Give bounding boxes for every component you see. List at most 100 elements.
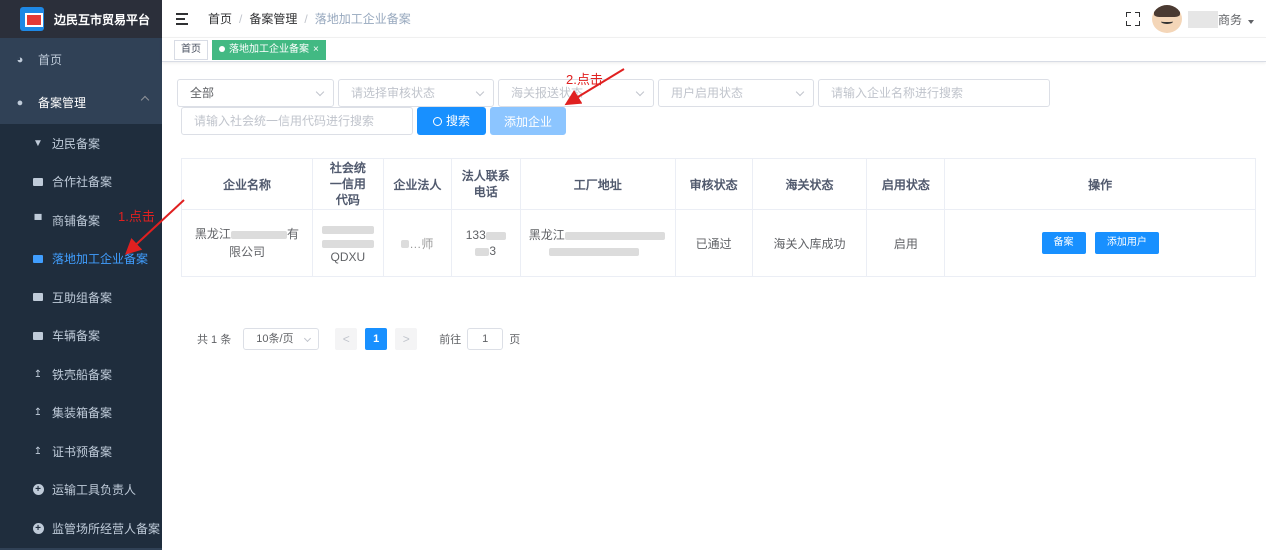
credit-code-input[interactable]: 请输入社会统一信用代码进行搜索: [181, 107, 413, 135]
audit-status-select[interactable]: 请选择审核状态: [338, 79, 494, 107]
logo-title: 边民互市贸易平台: [54, 12, 151, 27]
wallet-icon: [32, 291, 44, 303]
dashboard-icon: ◕: [16, 53, 24, 66]
sidebar-item-container-filing[interactable]: ↥ 集装箱备案: [0, 394, 162, 433]
sidebar-item-transport-manager[interactable]: + 运输工具负责人: [0, 471, 162, 510]
user-name[interactable]: 商务: [1187, 10, 1242, 28]
company-name-placeholder: 请输入企业名称进行搜索: [831, 86, 964, 100]
hamburger-icon[interactable]: [176, 12, 190, 25]
page-number-current[interactable]: 1: [365, 328, 388, 350]
col-header-audit-status: 审核状态: [674, 158, 753, 210]
col-header-factory-address: 工厂地址: [519, 158, 676, 210]
sidebar-item-label: 落地加工企业备案: [52, 252, 149, 267]
cell-customs-status: 海关入库成功: [751, 209, 868, 277]
breadcrumb-filing-management: 备案管理: [249, 12, 298, 26]
table-row: 黑龙江有 限公司 QDXU …师 133 3 黑龙江 已通过 海关入库成功 启用…: [181, 209, 1256, 277]
col-header-legal-phone: 法人联系电话: [450, 158, 521, 210]
pagination-total: 共 1 条: [197, 334, 232, 346]
navbar-right: 商务: [1125, 5, 1254, 33]
cell-audit-status: 已通过: [674, 209, 753, 277]
sidebar-item-label: 备案管理: [38, 96, 87, 110]
goto-page-input[interactable]: 1: [467, 328, 504, 350]
sidebar-item-vehicle-filing[interactable]: 车辆备案: [0, 317, 162, 356]
sidebar-item-home[interactable]: ◕ 首页: [0, 38, 162, 81]
chart-icon: [32, 176, 44, 188]
upload-icon: ↥: [33, 368, 43, 380]
page-suffix: 页: [509, 334, 521, 346]
search-button-label: 搜索: [445, 114, 470, 128]
upload-icon: ↥: [33, 407, 43, 419]
prev-page-button[interactable]: <: [335, 328, 358, 350]
fullscreen-icon[interactable]: [1125, 12, 1140, 26]
chevron-down-icon: [304, 334, 312, 343]
cell-credit-code: QDXU: [311, 209, 384, 277]
type-select[interactable]: 全部: [177, 79, 334, 107]
sidebar-item-certificate-prefiling[interactable]: ↥ 证书预备案: [0, 432, 162, 471]
caret-down-icon[interactable]: [1248, 20, 1254, 24]
breadcrumb: 首页 / 备案管理 / 落地加工企业备案: [208, 10, 411, 27]
col-header-actions: 操作: [944, 158, 1256, 210]
annotation-step2: 2.点击: [566, 72, 603, 87]
add-user-button[interactable]: 添加用户: [1094, 232, 1159, 254]
avatar[interactable]: [1151, 5, 1182, 33]
sidebar-item-label: 运输工具负责人: [52, 483, 137, 498]
enterprise-table: 企业名称 社会统一信用代码 企业法人 法人联系电话 工厂地址 审核状态 海关状态…: [181, 158, 1256, 277]
goto-label: 前往: [439, 334, 462, 346]
tags-view: 首页 落地加工企业备案 ×: [162, 38, 1266, 62]
company-name-input[interactable]: 请输入企业名称进行搜索: [818, 79, 1050, 107]
sidebar-item-mutual-aid-filing[interactable]: 互助组备案: [0, 278, 162, 317]
add-enterprise-label: 添加企业: [503, 115, 552, 129]
sidebar-item-processing-enterprise-filing[interactable]: 落地加工企业备案: [0, 240, 162, 279]
filing-button[interactable]: 备案: [1041, 232, 1086, 254]
cell-actions: 备案 添加用户: [944, 209, 1256, 277]
logo[interactable]: 边民互市贸易平台: [0, 0, 162, 38]
logo-icon: [20, 7, 44, 31]
active-dot-icon: [219, 45, 225, 52]
briefcase-icon: [32, 253, 44, 265]
sidebar-item-iron-boat-filing[interactable]: ↥ 铁壳船备案: [0, 355, 162, 394]
tag-active[interactable]: 落地加工企业备案 ×: [212, 39, 326, 60]
breadcrumb-current: 落地加工企业备案: [314, 12, 411, 26]
tag-active-label: 落地加工企业备案: [229, 43, 309, 55]
sidebar: 边民互市贸易平台 ◕ 首页 ● 备案管理 ▼ 边民备案 合作社备案 ▀ 商铺备案: [0, 0, 162, 550]
chevron-down-icon: [635, 87, 645, 97]
cell-factory-address: 黑龙江: [519, 209, 676, 277]
breadcrumb-home[interactable]: 首页: [208, 10, 232, 27]
page-size-select[interactable]: 10条/页: [243, 328, 320, 350]
tag-home[interactable]: 首页: [174, 39, 208, 60]
page-size-value: 10条/页: [256, 333, 294, 345]
type-select-value: 全部: [190, 86, 215, 100]
col-header-legal-person: 企业法人: [382, 158, 452, 210]
sidebar-item-label: 合作社备案: [52, 175, 113, 190]
sidebar-item-site-operator-filing[interactable]: + 监管场所经营人备案: [0, 509, 162, 548]
submenu: ▼ 边民备案 合作社备案 ▀ 商铺备案 落地加工企业备案 互助组备案 车辆备案 …: [0, 124, 162, 548]
sidebar-item-resident-filing[interactable]: ▼ 边民备案: [0, 124, 162, 163]
search-button[interactable]: 搜索: [417, 107, 486, 135]
col-header-customs-status: 海关状态: [751, 158, 868, 210]
user-status-select[interactable]: 用户启用状态: [658, 79, 814, 107]
sidebar-item-label: 边民备案: [52, 136, 101, 151]
user-status-placeholder: 用户启用状态: [671, 86, 744, 100]
sidebar-item-label: 互助组备案: [52, 290, 113, 305]
chevron-down-icon: [795, 87, 805, 97]
sidebar-item-label: 证书预备案: [52, 444, 113, 459]
upload-icon: ↥: [33, 445, 43, 457]
close-icon[interactable]: ×: [313, 44, 319, 55]
sidebar-item-label: 商铺备案: [52, 213, 101, 228]
plus-circle-icon: +: [32, 484, 44, 496]
sidebar-item-filing-management[interactable]: ● 备案管理: [0, 81, 162, 124]
pagination: 共 1 条 10条/页 < 1 > 前往 1 页: [197, 328, 520, 350]
sidebar-item-label: 首页: [38, 53, 63, 67]
search-icon: [432, 117, 442, 126]
annotation-step1: 1.点击: [118, 209, 155, 224]
next-page-button[interactable]: >: [395, 328, 418, 350]
stamp-icon: ▼: [33, 137, 43, 149]
col-header-credit-code: 社会统一信用代码: [311, 158, 384, 210]
sidebar-item-coop-filing[interactable]: 合作社备案: [0, 163, 162, 202]
plus-circle-icon: +: [32, 522, 44, 534]
sidebar-item-label: 监管场所经营人备案: [52, 521, 161, 536]
sidebar-item-label: 集装箱备案: [52, 406, 113, 421]
table-header-row: 企业名称 社会统一信用代码 企业法人 法人联系电话 工厂地址 审核状态 海关状态…: [181, 158, 1256, 210]
add-enterprise-button[interactable]: 添加企业: [490, 107, 566, 135]
col-header-company-name: 企业名称: [181, 158, 313, 210]
